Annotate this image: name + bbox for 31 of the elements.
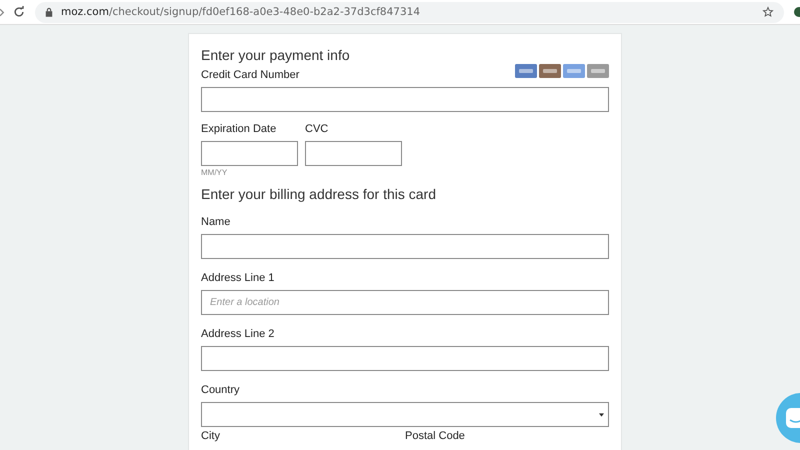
credit-card-icon: [563, 64, 585, 78]
credit-card-icon: [539, 64, 561, 78]
section-title: Enter your billing address for this card: [201, 185, 437, 203]
star-icon[interactable]: [762, 6, 774, 18]
field-hint: MM/YY: [201, 168, 228, 177]
text-field[interactable]: Enter a location: [201, 290, 609, 315]
url-text: moz.com/checkout/signup/fd0ef168-a0e3-48e0-b2a2-37d3cf847314: [61, 6, 422, 18]
section-title: Enter your payment info: [201, 46, 351, 64]
field-label: Address Line 1: [201, 272, 274, 284]
lock-icon: [45, 7, 53, 17]
cvc-field[interactable]: [305, 141, 402, 166]
field-label: Address Line 2: [201, 328, 274, 340]
credit-card-icon: [587, 64, 609, 78]
field-label: City: [201, 429, 221, 443]
field-label: Country: [201, 384, 240, 396]
text-field[interactable]: [201, 234, 609, 259]
field-label: Credit Card Number: [201, 68, 300, 82]
field-label: Postal Code: [405, 429, 466, 443]
address-bar[interactable]: moz.com/checkout/signup/fd0ef168-a0e3-48e0-b2a2-37d3cf847314: [35, 2, 784, 22]
credit-card-icon: [515, 64, 537, 78]
text-field[interactable]: [201, 346, 609, 371]
forward-icon[interactable]: [0, 8, 5, 16]
chat-icon: [786, 408, 800, 428]
field-label: CVC: [305, 122, 330, 136]
card-number-field[interactable]: [201, 87, 609, 112]
reload-icon[interactable]: [13, 6, 25, 18]
dropdown-field[interactable]: [201, 402, 609, 427]
expiration-field[interactable]: [201, 141, 298, 166]
caret-icon: [599, 413, 604, 417]
field-label: Name: [201, 216, 230, 228]
field-label: Expiration Date: [201, 122, 278, 136]
